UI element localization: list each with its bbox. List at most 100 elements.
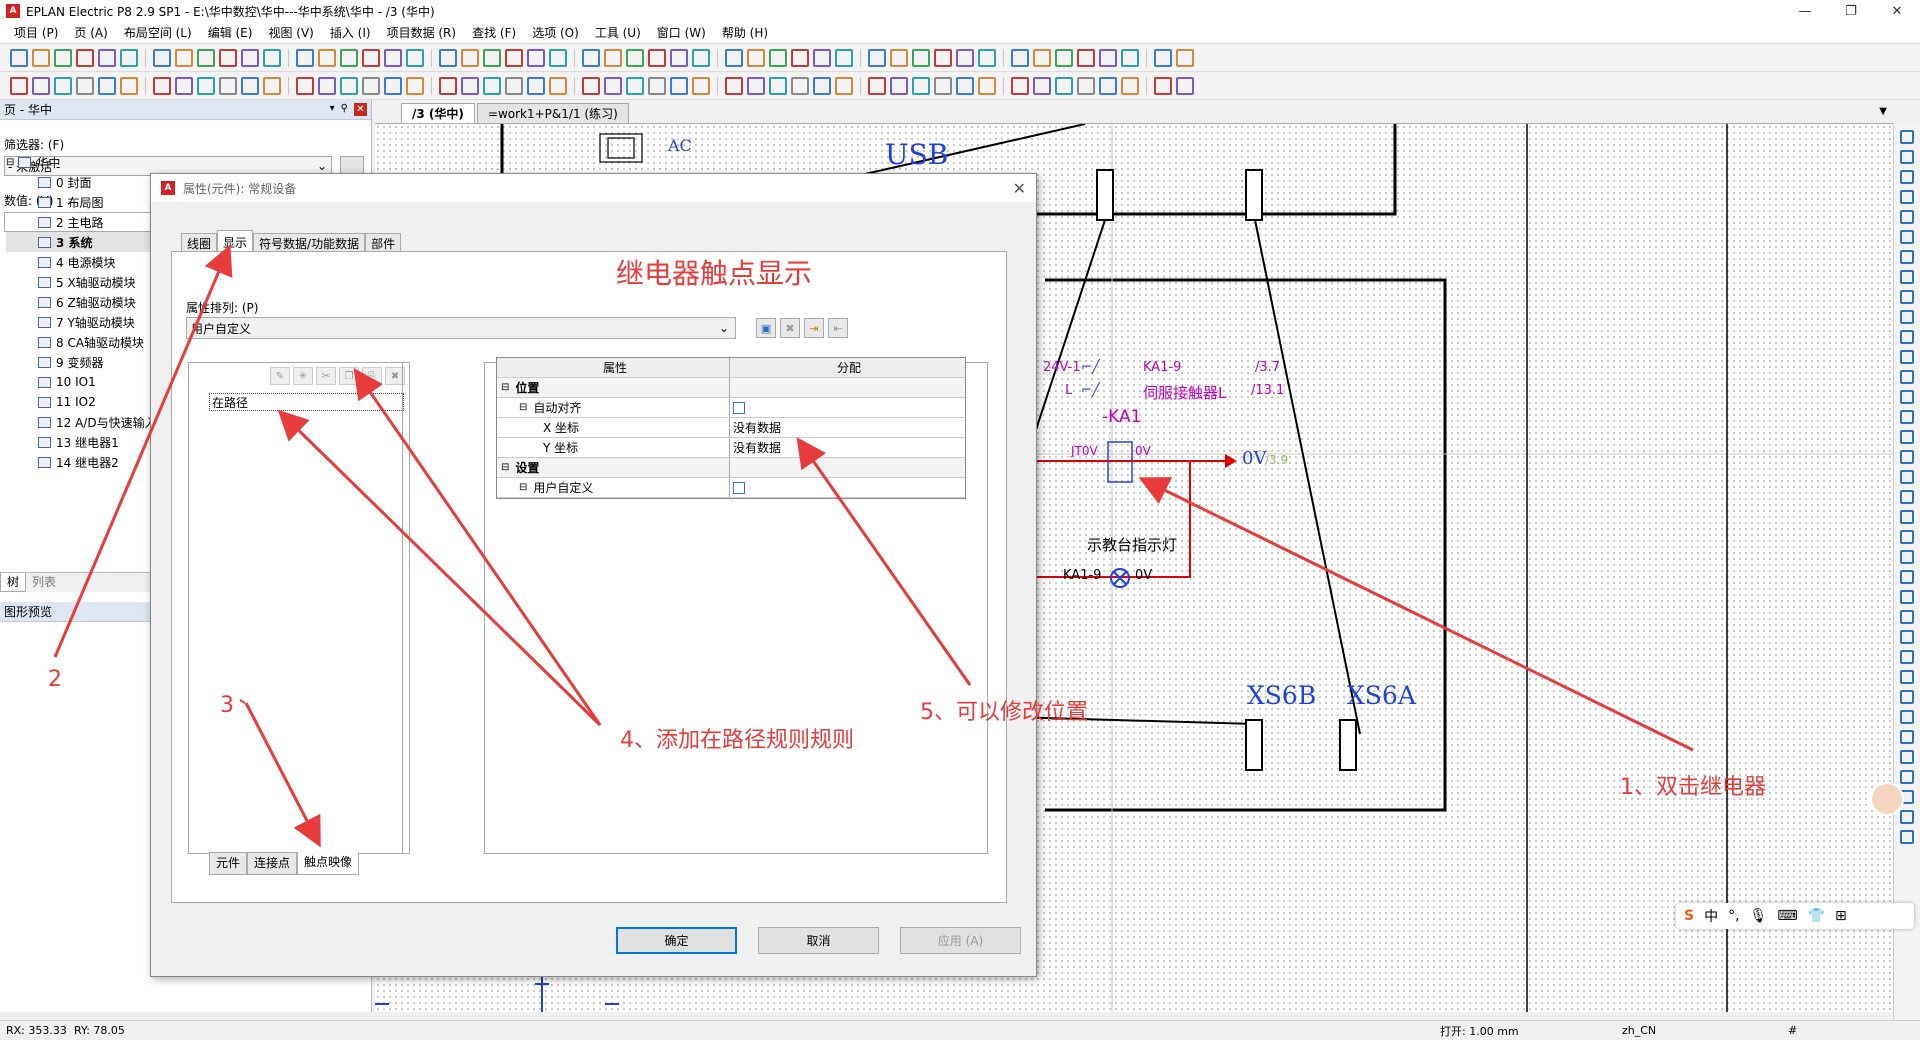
expand-icon[interactable]: ⊟ bbox=[519, 402, 527, 413]
apply-button[interactable]: 应用 (A) bbox=[900, 927, 1021, 954]
toolbar-tool-icon[interactable] bbox=[527, 77, 545, 95]
toolbar-tool-icon[interactable] bbox=[769, 49, 787, 67]
close-icon[interactable]: ✕ bbox=[1874, 0, 1920, 22]
toolbar-tool-icon[interactable] bbox=[582, 49, 600, 67]
toolbar-tool-icon[interactable] bbox=[406, 49, 424, 67]
menu-project[interactable]: 项目 (P) bbox=[14, 24, 58, 41]
toolbar-tool-icon[interactable] bbox=[582, 77, 600, 95]
toolbar-tool-icon[interactable] bbox=[956, 49, 974, 67]
tab-parts[interactable]: 部件 bbox=[365, 233, 402, 253]
toolbar-tool-icon[interactable] bbox=[648, 77, 666, 95]
toolbar-tool-icon[interactable] bbox=[1154, 77, 1172, 95]
draw-tool-icon[interactable] bbox=[1900, 610, 1914, 624]
toolbar-tool-icon[interactable] bbox=[263, 77, 281, 95]
tab-display[interactable]: 显示 bbox=[217, 230, 254, 253]
copy-icon[interactable]: ❐ bbox=[339, 367, 359, 385]
toolbar-tool-icon[interactable] bbox=[76, 49, 94, 67]
draw-tool-icon[interactable] bbox=[1900, 130, 1914, 144]
toolbar-tool-icon[interactable] bbox=[32, 77, 50, 95]
list-item[interactable]: 在路径 bbox=[209, 393, 404, 411]
toolbar-tool-icon[interactable] bbox=[670, 49, 688, 67]
draw-tool-icon[interactable] bbox=[1900, 590, 1914, 604]
toolbar-tool-icon[interactable] bbox=[219, 49, 237, 67]
menu-find[interactable]: 查找 (F) bbox=[472, 24, 516, 41]
draw-tool-icon[interactable] bbox=[1900, 670, 1914, 684]
draw-tool-icon[interactable] bbox=[1900, 570, 1914, 584]
toolbar-tool-icon[interactable] bbox=[1011, 77, 1029, 95]
tab-list[interactable]: 列表 bbox=[26, 573, 62, 592]
menu-edit[interactable]: 编辑 (E) bbox=[208, 24, 253, 41]
draw-tool-icon[interactable] bbox=[1900, 530, 1914, 544]
toolbar-tool-icon[interactable] bbox=[670, 77, 688, 95]
toolbar-tool-icon[interactable] bbox=[439, 49, 457, 67]
import-icon[interactable]: ⇥ bbox=[804, 318, 824, 338]
toolbar-tool-icon[interactable] bbox=[1055, 49, 1073, 67]
toolbar-tool-icon[interactable] bbox=[912, 77, 930, 95]
tab-contact-image[interactable]: 触点映像 bbox=[297, 852, 360, 875]
export-icon[interactable]: ⇤ bbox=[828, 318, 848, 338]
draw-tool-icon[interactable] bbox=[1900, 490, 1914, 504]
new-icon[interactable]: ✳ bbox=[293, 367, 313, 385]
tab-work1[interactable]: =work1+P&1/1 (练习) bbox=[476, 103, 629, 123]
toolbar-tool-icon[interactable] bbox=[868, 49, 886, 67]
toolbar-tool-icon[interactable] bbox=[626, 49, 644, 67]
toolbar-tool-icon[interactable] bbox=[747, 49, 765, 67]
toolbar-tool-icon[interactable] bbox=[978, 49, 996, 67]
cancel-button[interactable]: 取消 bbox=[758, 927, 879, 954]
menu-project-data[interactable]: 项目数据 (R) bbox=[387, 24, 457, 41]
toolbar-tool-icon[interactable] bbox=[461, 49, 479, 67]
toolbar-tool-icon[interactable] bbox=[461, 77, 479, 95]
toolbar-tool-icon[interactable] bbox=[10, 49, 28, 67]
toolbar-tool-icon[interactable] bbox=[175, 49, 193, 67]
draw-tool-icon[interactable] bbox=[1900, 690, 1914, 704]
draw-tool-icon[interactable] bbox=[1900, 710, 1914, 724]
toolbar-tool-icon[interactable] bbox=[340, 77, 358, 95]
cut-icon[interactable]: ✂ bbox=[316, 367, 336, 385]
toolbar-tool-icon[interactable] bbox=[263, 49, 281, 67]
toolbar-tool-icon[interactable] bbox=[362, 77, 380, 95]
menu-layout-space[interactable]: 布局空间 (L) bbox=[124, 24, 192, 41]
assistant-avatar[interactable] bbox=[1870, 782, 1904, 816]
grid-row[interactable]: ⊟ 自动对齐 bbox=[497, 398, 965, 418]
toolbar-tool-icon[interactable] bbox=[175, 77, 193, 95]
toolbar-tool-icon[interactable] bbox=[120, 49, 138, 67]
draw-tool-icon[interactable] bbox=[1900, 730, 1914, 744]
toolbar-tool-icon[interactable] bbox=[1099, 49, 1117, 67]
draw-tool-icon[interactable] bbox=[1900, 770, 1914, 784]
draw-tool-icon[interactable] bbox=[1900, 830, 1914, 844]
toolbar-tool-icon[interactable] bbox=[384, 49, 402, 67]
toolbar-tool-icon[interactable] bbox=[120, 77, 138, 95]
toolbar-tool-icon[interactable] bbox=[934, 49, 952, 67]
toolbar-tool-icon[interactable] bbox=[439, 77, 457, 95]
toolbar-tool-icon[interactable] bbox=[32, 49, 50, 67]
toolbox-icon[interactable]: ⊞ bbox=[1835, 908, 1847, 924]
menu-tools[interactable]: 工具 (U) bbox=[595, 24, 641, 41]
menu-options[interactable]: 选项 (O) bbox=[532, 24, 579, 41]
arrangement-select[interactable]: 用户自定义 ⌄ bbox=[186, 317, 736, 339]
toolbar-tool-icon[interactable] bbox=[890, 77, 908, 95]
tab-page-3[interactable]: /3 (华中) bbox=[401, 103, 475, 123]
toolbar-tool-icon[interactable] bbox=[241, 49, 259, 67]
draw-tool-icon[interactable] bbox=[1900, 470, 1914, 484]
minimize-icon[interactable]: — bbox=[1782, 0, 1828, 22]
toolbar-tool-icon[interactable] bbox=[1176, 49, 1194, 67]
toolbar-tool-icon[interactable] bbox=[934, 77, 952, 95]
skin-icon[interactable]: 👕 bbox=[1808, 908, 1825, 924]
toolbar-tool-icon[interactable] bbox=[505, 49, 523, 67]
toolbar-tool-icon[interactable] bbox=[54, 49, 72, 67]
draw-tool-icon[interactable] bbox=[1900, 410, 1914, 424]
toolbar-tool-icon[interactable] bbox=[791, 49, 809, 67]
microphone-icon[interactable]: 🎙 bbox=[1750, 908, 1768, 924]
draw-tool-icon[interactable] bbox=[1900, 190, 1914, 204]
expand-icon[interactable]: ⊟ bbox=[519, 482, 527, 493]
toolbar-tool-icon[interactable] bbox=[98, 49, 116, 67]
toolbar-tool-icon[interactable] bbox=[219, 77, 237, 95]
toolbar-tool-icon[interactable] bbox=[549, 77, 567, 95]
draw-tool-icon[interactable] bbox=[1900, 150, 1914, 164]
checkbox[interactable] bbox=[733, 401, 745, 414]
draw-tool-icon[interactable] bbox=[1900, 230, 1914, 244]
draw-tool-icon[interactable] bbox=[1900, 210, 1914, 224]
expand-icon[interactable]: ⊟ bbox=[501, 462, 509, 473]
draw-tool-icon[interactable] bbox=[1900, 750, 1914, 764]
toolbar-tool-icon[interactable] bbox=[692, 49, 710, 67]
